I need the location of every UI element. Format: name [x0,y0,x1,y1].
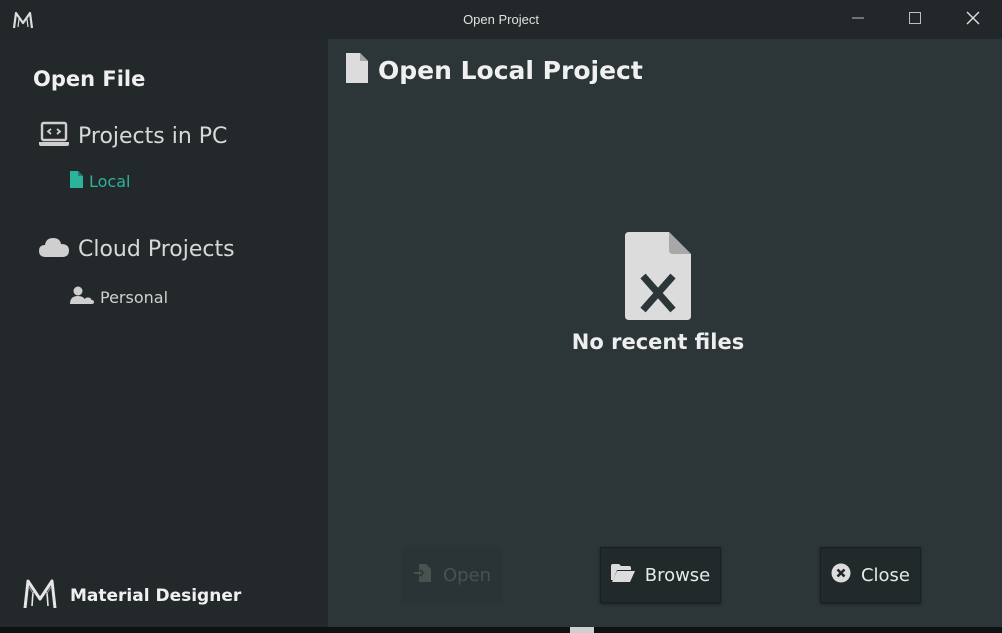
minimize-icon [851,10,865,29]
maximize-icon [908,10,922,29]
scroll-nub [570,627,594,633]
sidebar-heading: Open File [33,67,146,91]
file-import-icon [413,563,433,588]
window-close-button[interactable] [944,0,1002,39]
laptop-code-icon [38,121,70,151]
browse-button[interactable]: Browse [600,547,721,603]
material-designer-logo-icon [22,577,58,615]
maximize-button[interactable] [886,0,944,39]
sidebar-item-label: Personal [100,287,169,307]
user-cloud-icon [70,286,94,308]
empty-state-text: No recent files [571,330,745,354]
sidebar-item-personal[interactable]: Personal [70,286,168,308]
main-panel: Open Local Project No recent files Open [328,39,1002,627]
brand-name: Material Designer [70,586,242,606]
page-title: Open Local Project [346,53,643,87]
cloud-icon [38,235,70,263]
title-bar: Open Project [0,0,1002,39]
brand: Material Designer [22,577,241,615]
file-icon [70,171,83,192]
nav-group-label: Cloud Projects [78,236,235,262]
sidebar-item-label: Local [89,172,131,191]
empty-state: No recent files [328,232,988,354]
times-circle-icon [831,563,851,588]
nav-group-label: Projects in PC [78,123,228,149]
file-excel-icon [625,232,691,324]
open-button[interactable]: Open [402,547,502,603]
close-icon [966,10,980,29]
page-title-text: Open Local Project [378,55,643,85]
file-icon [346,53,368,87]
close-button[interactable]: Close [820,547,921,603]
sidebar-item-local[interactable]: Local [70,171,130,192]
close-button-label: Close [860,564,911,586]
sidebar: Open File Projects in PC Local Cloud Pro… [0,39,328,627]
minimize-button[interactable] [829,0,887,39]
taskbar-strip [0,627,1002,633]
open-button-label: Open [442,564,492,586]
nav-group-projects-in-pc: Projects in PC [38,121,227,151]
folder-open-icon [610,563,635,587]
nav-group-cloud-projects: Cloud Projects [38,235,235,263]
browse-button-label: Browse [644,564,711,586]
